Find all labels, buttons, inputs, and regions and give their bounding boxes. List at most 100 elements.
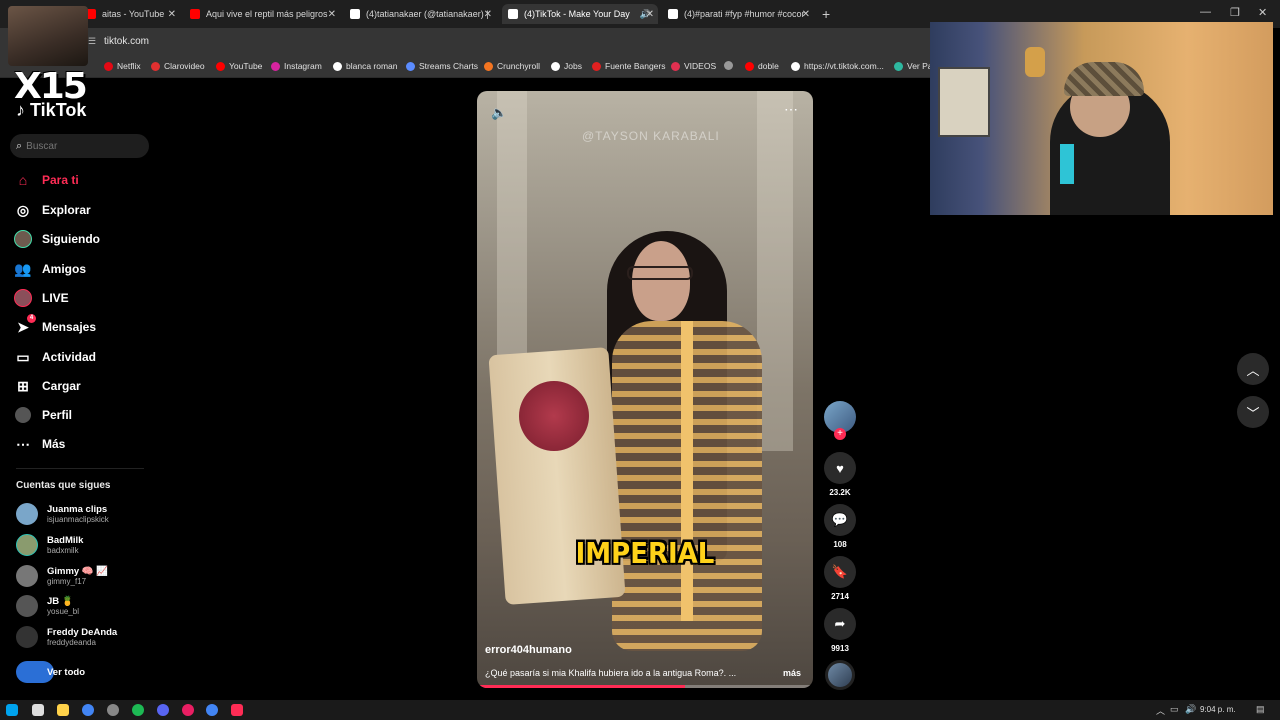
volume-icon[interactable]: 🔈	[491, 105, 507, 121]
live-avatar-icon	[14, 289, 32, 307]
start-icon[interactable]	[6, 704, 18, 716]
comment-action[interactable]: 💬 108	[822, 504, 858, 549]
tiktok-icon[interactable]	[231, 704, 243, 716]
friends-icon: 👥	[14, 260, 32, 277]
browser-tab[interactable]: (4)#parati #fyp #humor #cocor ✕	[662, 4, 814, 24]
following-account[interactable]: Juanma clips isjuanmaclipskick	[16, 503, 109, 525]
close-tab-icon[interactable]: ✕	[328, 9, 336, 20]
volume-icon[interactable]: 🔊	[1185, 704, 1196, 715]
nav-para-ti[interactable]: ⌂ Para ti	[14, 168, 79, 192]
close-window-icon[interactable]: ✕	[1258, 6, 1267, 19]
more-options-icon[interactable]: ⋯	[784, 101, 799, 118]
chrome-icon[interactable]	[82, 704, 94, 716]
follow-plus-icon[interactable]: +	[834, 428, 846, 440]
close-tab-icon[interactable]: ✕	[802, 9, 810, 20]
crunchyroll-icon	[484, 61, 493, 71]
new-tab-button[interactable]: +	[822, 6, 830, 22]
search-input[interactable]	[26, 140, 137, 152]
spotify-icon[interactable]	[132, 704, 144, 716]
more-text-button[interactable]: más	[783, 668, 801, 678]
taskbar-app-icon[interactable]	[182, 704, 194, 716]
browser-tab[interactable]: Aqui vive el reptil más peligros ✕	[184, 4, 340, 24]
following-account[interactable]: Freddy DeAnda freddydeanda	[16, 626, 117, 648]
webcam-lamp	[1025, 47, 1045, 77]
following-section-title: Cuentas que sigues	[16, 480, 111, 491]
see-all-following-link[interactable]: Ver todo	[16, 661, 85, 683]
video-progress-bar[interactable]	[477, 685, 813, 688]
nav-perfil[interactable]: Perfil	[14, 403, 72, 427]
bookmark-settings[interactable]	[724, 61, 737, 70]
like-count: 23.2K	[829, 488, 851, 497]
save-action[interactable]: 🔖 2714	[822, 556, 858, 601]
nav-cargar[interactable]: ⊞ Cargar	[14, 374, 81, 398]
like-action[interactable]: ♥ 23.2K	[822, 452, 858, 497]
browser-tab[interactable]: aitas - YouTube ✕	[80, 4, 180, 24]
heart-icon[interactable]: ♥	[824, 452, 856, 484]
video-figure-spine	[681, 321, 693, 621]
share-icon[interactable]: ➦	[824, 608, 856, 640]
video-author[interactable]: error404humano	[485, 644, 572, 656]
bookmark-doble[interactable]: doble	[745, 61, 779, 71]
bookmark-icon[interactable]: 🔖	[824, 556, 856, 588]
maximize-icon[interactable]: ❐	[1230, 6, 1240, 19]
folder-icon[interactable]	[57, 704, 69, 716]
site-info-icon[interactable]: ☰	[88, 36, 96, 47]
following-account[interactable]: BadMilk badxmilk	[16, 534, 83, 556]
bookmark-netflix[interactable]: Netflix	[104, 61, 141, 71]
sound-disc-avatar[interactable]	[825, 660, 855, 690]
bookmark-clarovideo[interactable]: Clarovideo	[151, 61, 205, 71]
taskbar-app-icon[interactable]	[107, 704, 119, 716]
address-bar: ☰ tiktok.com	[0, 28, 930, 56]
bookmark-fuente-bangers[interactable]: Fuente Bangers	[592, 61, 665, 71]
video-player[interactable]: @TAYSON KARABALI IMPERIAL 🔈 ⋯ error404hu…	[477, 91, 813, 688]
tray-chevron-icon[interactable]: ︿	[1156, 704, 1165, 717]
nav-explorar[interactable]: ◎ Explorar	[14, 198, 91, 222]
network-icon[interactable]: ▭	[1170, 704, 1179, 715]
nav-mas[interactable]: ⋯ Más	[14, 432, 65, 456]
following-avatar-icon	[14, 230, 32, 248]
comment-icon[interactable]: 💬	[824, 504, 856, 536]
chevron-down-icon: ﹀	[1246, 405, 1260, 421]
nav-amigos[interactable]: 👥 Amigos	[14, 257, 86, 281]
nav-actividad[interactable]: ▭ Actividad	[14, 345, 96, 369]
next-video-button[interactable]: ﹀	[1237, 396, 1269, 428]
bookmark-instagram[interactable]: Instagram	[271, 61, 322, 71]
bookmark-streams-charts[interactable]: Streams Charts	[406, 61, 478, 71]
video-watermark: @TAYSON KARABALI	[582, 129, 720, 143]
nav-siguiendo[interactable]: Siguiendo	[14, 227, 100, 251]
browser-tab-active[interactable]: (4)TikTok - Make Your Day 🔊 ✕	[502, 4, 658, 24]
close-tab-icon[interactable]: ✕	[168, 9, 176, 20]
video-figure-glasses	[627, 266, 693, 280]
share-action[interactable]: ➦ 9913	[822, 608, 858, 653]
system-clock[interactable]: 9:04 p. m.	[1200, 705, 1236, 714]
bookmark-crunchyroll[interactable]: Crunchyroll	[484, 61, 540, 71]
following-account[interactable]: JB 🍍 yosue_bl	[16, 595, 79, 617]
tiktok-icon	[333, 61, 342, 71]
bookmark-videos[interactable]: VIDEOS	[671, 61, 716, 71]
nav-mensajes[interactable]: ➤ 4 Mensajes	[14, 314, 96, 339]
browser-tab[interactable]: (4)tatianakaer (@tatianakaer) | ✕	[344, 4, 496, 24]
bookmark-blanca-roman[interactable]: blanca roman	[333, 61, 398, 71]
chrome-icon[interactable]	[206, 704, 218, 716]
tiktok-logo[interactable]: ♪ TikTok	[16, 100, 86, 121]
nav-live[interactable]: LIVE	[14, 286, 69, 310]
video-description: ¿Qué pasaría si mia Khalifa hubiera ido …	[485, 668, 737, 678]
following-account[interactable]: Gimmy 🧠 📈 gimmy_f17	[16, 565, 108, 587]
close-tab-icon[interactable]: ✕	[484, 9, 492, 20]
notifications-icon[interactable]: ▤	[1256, 704, 1265, 715]
search-box[interactable]: ⌕	[10, 134, 149, 158]
previous-video-button[interactable]: ︿	[1237, 353, 1269, 385]
video-progress-fill	[477, 685, 686, 688]
youtube-icon	[216, 61, 225, 71]
bookmark-youtube[interactable]: YouTube	[216, 61, 262, 71]
bookmark-vt-tiktok[interactable]: https://vt.tiktok.com...	[791, 61, 884, 71]
close-tab-icon[interactable]: ✕	[646, 9, 654, 20]
url-field[interactable]: tiktok.com	[104, 36, 149, 47]
background-pillar	[757, 91, 793, 451]
bookmark-jobs[interactable]: Jobs	[551, 61, 582, 71]
taskbar-app-icon[interactable]	[32, 704, 44, 716]
bookmark-ver-pa[interactable]: Ver Pa	[894, 61, 933, 71]
discord-icon[interactable]	[157, 704, 169, 716]
minimize-icon[interactable]: —	[1200, 6, 1211, 18]
avatar	[16, 626, 38, 648]
